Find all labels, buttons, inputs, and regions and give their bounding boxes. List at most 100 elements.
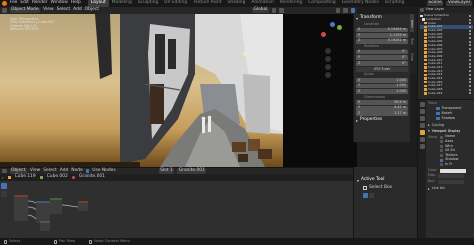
node-principled-bsdf[interactable] [50,198,62,214]
checkbox-icon[interactable] [440,140,444,144]
material-selector[interactable]: Granite.001 [177,168,207,174]
visibility-eye-icon[interactable] [468,22,471,25]
scale-z-field[interactable]: Z 1.000 [356,89,408,95]
rotation-y-field[interactable]: Y 0° [356,55,408,61]
visibility-eye-icon[interactable] [468,25,471,28]
pan-hand-icon[interactable] [325,56,331,62]
rotation-mode-dropdown[interactable]: XYZ Euler [356,67,408,72]
location-x-field[interactable]: X 0.15494 m [356,27,408,33]
checkbox-shadow[interactable]: Shadow [436,116,474,121]
node-texture[interactable] [14,195,28,221]
tab-shading[interactable]: Shading [225,0,249,6]
breadcrumb-object[interactable]: Cube.119 [15,174,36,179]
visibility-eye-icon[interactable] [468,59,471,62]
location-z-field[interactable]: Z 0.19261 m [356,39,408,44]
editor-type-icon[interactable] [2,8,7,13]
scene-props-icon[interactable] [419,123,425,128]
node-material-output[interactable] [78,201,88,211]
visibility-eye-icon[interactable] [468,73,471,76]
outliner-item[interactable]: Cube.019 [420,91,473,95]
output-props-icon[interactable] [419,116,425,121]
shading-rendered-icon[interactable] [350,8,355,13]
tab-tool[interactable]: Tool [410,32,414,48]
visibility-eye-icon[interactable] [468,44,471,47]
checkbox-icon[interactable] [440,153,444,157]
proportional-edit-icon[interactable] [279,8,284,13]
checkbox-bokeh[interactable]: Bokeh [436,111,474,116]
checkbox-icon[interactable] [440,163,444,167]
visibility-eye-icon[interactable] [468,77,471,80]
color-swatch[interactable] [439,168,466,173]
tab-rendering[interactable]: Rendering [277,0,305,6]
node-menu-view[interactable]: View [30,168,40,173]
node-editor-type-icon[interactable] [2,168,7,174]
checkbox-icon[interactable] [440,149,444,153]
visibility-eye-icon[interactable] [468,18,471,21]
checkbox-icon[interactable] [436,116,440,121]
tab-modeling[interactable]: Modeling [109,0,135,6]
checkbox-icon[interactable] [436,111,440,116]
menu-edit[interactable]: Edit [20,0,29,5]
menu-select[interactable]: Select [57,7,71,12]
zoom-icon[interactable] [325,48,331,54]
visibility-eye-icon[interactable] [468,36,471,39]
tab-sculpting[interactable]: Sculpting [135,0,162,6]
blender-logo-icon[interactable] [2,1,7,6]
select-mode-set-icon[interactable] [363,193,368,199]
material-props-icon[interactable] [419,144,425,149]
grid-icon[interactable] [325,72,331,78]
use-nodes-checkbox[interactable] [85,169,90,173]
overlay-icon[interactable] [335,8,340,13]
gizmo-y-icon[interactable] [337,25,342,30]
transform-panel-header[interactable]: ▾ Transform [356,15,408,21]
render-props-icon[interactable] [419,109,425,114]
node-menu-node[interactable]: Node [71,168,82,173]
section-line-art[interactable]: ▸ Line Art [428,186,474,191]
object-mode-dropdown[interactable]: Object Mode [9,7,41,14]
visibility-eye-icon[interactable] [468,51,471,54]
scene-selector[interactable]: Scene [426,0,444,7]
object-props-icon[interactable] [419,130,425,135]
shading-solid-icon[interactable] [343,8,348,13]
node-mix[interactable] [36,201,50,223]
tab-uv-editing[interactable]: UV Editing [161,0,190,6]
tab-compositing[interactable]: Compositing [305,0,339,6]
checkbox-icon[interactable] [440,135,444,139]
3d-viewport[interactable]: User Perspective (99) Collection | Cube.… [0,14,357,167]
navigation-gizmo[interactable] [320,22,344,46]
node-value[interactable] [40,221,50,231]
active-tool-header[interactable]: ▾ Active Tool [357,177,414,183]
tab-texture-paint[interactable]: Texture Paint [190,0,224,6]
menu-object[interactable]: Object [85,7,99,12]
gizmo-x-icon[interactable] [321,32,326,37]
rotation-x-field[interactable]: X 0° [356,49,408,55]
visibility-eye-icon[interactable] [468,55,471,58]
visibility-eye-icon[interactable] [468,84,471,87]
checkbox-icon[interactable] [440,144,444,148]
rotation-z-field[interactable]: Z 0° [356,61,408,66]
checkbox-transparent[interactable]: Transparent [436,106,474,111]
visibility-eye-icon[interactable] [468,29,471,32]
menu-help[interactable]: Help [71,0,81,5]
modifier-props-icon[interactable] [419,137,425,142]
tab-scripting[interactable]: Scripting [382,0,408,6]
visibility-eye-icon[interactable] [468,70,471,73]
select-mode-extend-icon[interactable] [369,193,374,199]
section-viewport-display[interactable]: ▾ Viewport Display [428,129,474,134]
transform-orientation-dropdown[interactable]: Global [251,7,269,14]
visibility-eye-icon[interactable] [468,88,471,91]
active-tool-row[interactable]: Select Box [363,185,414,191]
visibility-eye-icon[interactable] [468,40,471,43]
dimensions-x-field[interactable]: X 58.6 m [356,100,408,105]
breadcrumb-mesh[interactable]: Cube.002 [47,174,68,179]
node-menu-select[interactable]: Select [43,168,57,173]
display-as-dropdown[interactable] [438,174,465,179]
tab-geometry-nodes[interactable]: Geometry Nodes [339,0,382,6]
tab-animation[interactable]: Animation [248,0,276,6]
dimensions-z-field[interactable]: Z 1.17 m [356,111,408,117]
outliner-editor-icon[interactable] [420,8,424,12]
scale-x-field[interactable]: X 1.000 [356,78,408,83]
show-option[interactable]: In Fr [440,162,458,167]
scale-y-field[interactable]: Y 1.000 [356,83,408,89]
visibility-eye-icon[interactable] [468,33,471,36]
